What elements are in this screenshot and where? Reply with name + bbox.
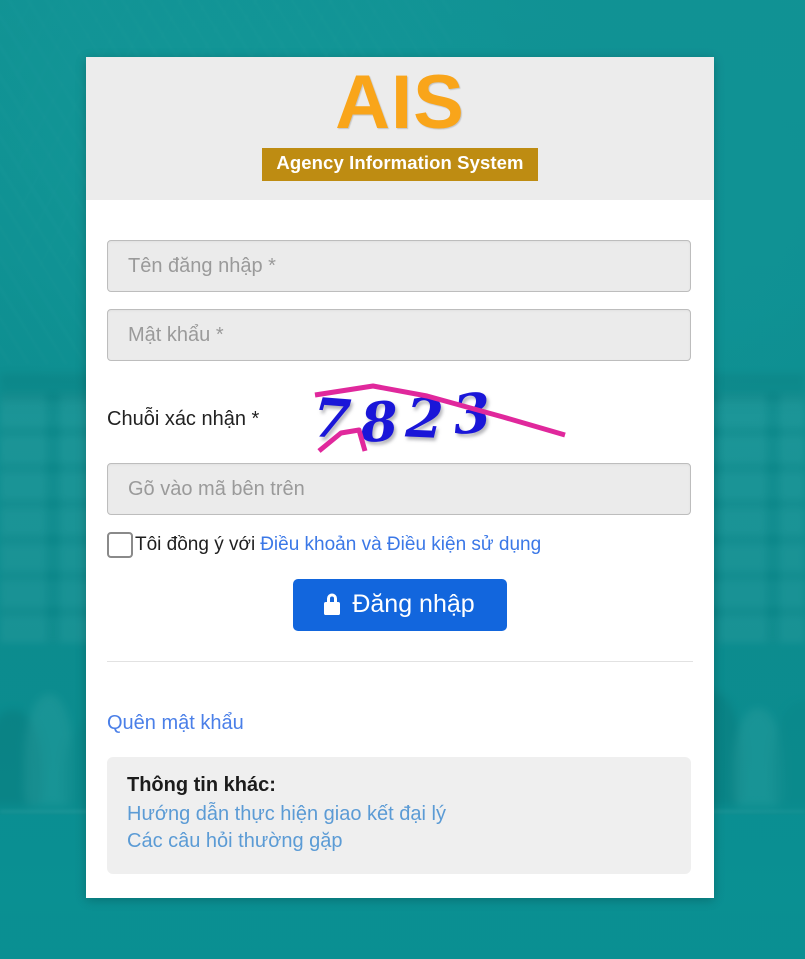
terms-checkbox[interactable] [107,532,133,558]
login-button[interactable]: Đăng nhập [293,579,507,631]
brand-subtitle-badge: Agency Information System [262,148,538,181]
brand-logo: AIS [335,60,465,145]
terms-agreement-row: Tôi đồng ý với Điều khoản và Điều kiện s… [107,532,693,558]
login-button-label: Đăng nhập [352,589,475,618]
captcha-noise-lines [314,383,566,453]
captcha-image[interactable]: 7823 [307,379,583,459]
login-button-row: Đăng nhập [107,579,693,631]
other-information-box: Thông tin khác: Hướng dẫn thực hiện giao… [107,757,691,874]
password-input[interactable]: Mật khẩu * [107,309,691,361]
terms-label: Tôi đồng ý với [135,534,256,555]
forgot-password-link[interactable]: Quên mật khẩu [107,712,244,735]
username-placeholder: Tên đăng nhập * [128,254,276,277]
lock-icon [324,593,341,615]
section-divider [107,661,693,662]
terms-and-conditions-link[interactable]: Điều khoản và Điều kiện sử dụng [260,534,541,556]
username-input[interactable]: Tên đăng nhập * [107,240,691,292]
other-information-title: Thông tin khác: [127,774,276,796]
captcha-label: Chuỗi xác nhận * [107,407,260,430]
faq-link[interactable]: Các câu hỏi thường gặp [127,828,671,855]
card-header: AIS Agency Information System [86,57,714,200]
password-placeholder: Mật khẩu * [128,323,224,346]
login-form: Tên đăng nhập * Mật khẩu * Chuỗi xác nhậ… [86,200,714,874]
captcha-row: Chuỗi xác nhận * 7823 [107,378,693,460]
captcha-input[interactable]: Gõ vào mã bên trên [107,463,691,515]
agency-guide-link[interactable]: Hướng dẫn thực hiện giao kết đại lý [127,801,671,828]
login-card: AIS Agency Information System Tên đăng n… [86,57,714,898]
captcha-input-placeholder: Gõ vào mã bên trên [128,477,305,500]
